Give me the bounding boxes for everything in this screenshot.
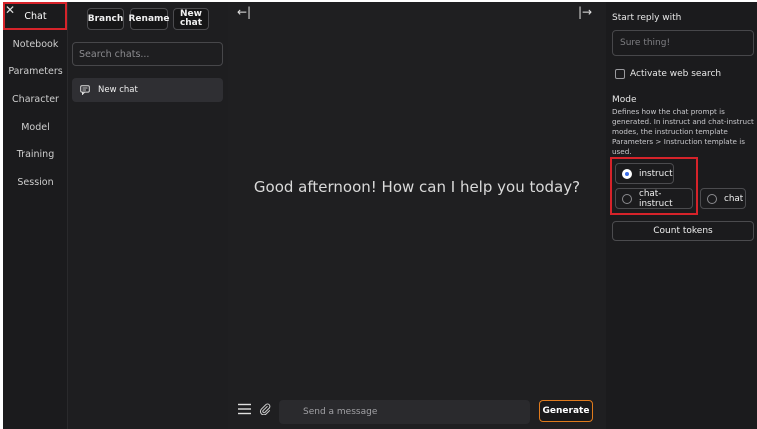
chat-list-item[interactable]: New chat <box>72 78 223 102</box>
greeting-text: Good afternoon! How can I help you today… <box>253 178 581 196</box>
chat-main-area: ←| |→ Good afternoon! How can I help you… <box>228 2 606 429</box>
menu-icon[interactable] <box>238 403 251 415</box>
highlight-box-chat <box>3 2 67 30</box>
nav-item-model[interactable]: Model <box>3 122 68 133</box>
chat-bubble-icon <box>80 85 90 95</box>
highlight-box-mode <box>610 157 698 215</box>
count-tokens-button[interactable]: Count tokens <box>612 221 754 241</box>
chat-list-panel: Branch Rename New chat New chat <box>68 2 228 429</box>
radio-unselected-icon <box>707 193 717 204</box>
collapse-left-icon[interactable]: ←| <box>237 5 251 19</box>
start-reply-input[interactable] <box>612 30 754 56</box>
message-input[interactable] <box>279 400 530 424</box>
branch-button[interactable]: Branch <box>87 8 124 30</box>
rename-button[interactable]: Rename <box>129 8 170 30</box>
web-search-checkbox[interactable] <box>615 69 625 79</box>
mode-radio-chat-label: chat <box>724 193 744 204</box>
collapse-right-icon[interactable]: |→ <box>578 5 592 19</box>
nav-item-training[interactable]: Training <box>3 149 68 160</box>
search-chats-input[interactable] <box>72 42 223 66</box>
nav-item-parameters[interactable]: Parameters <box>3 66 68 77</box>
left-nav: ✕ Chat Notebook Parameters Character Mod… <box>3 2 68 429</box>
mode-radio-chat[interactable]: chat <box>700 188 746 209</box>
paperclip-icon[interactable] <box>259 403 271 415</box>
generate-button[interactable]: Generate <box>539 400 593 422</box>
chat-list-item-label: New chat <box>98 85 138 95</box>
settings-panel: Start reply with Activate web search Mod… <box>606 2 757 429</box>
mode-label: Mode <box>612 95 637 105</box>
start-reply-label: Start reply with <box>612 13 682 23</box>
nav-item-notebook[interactable]: Notebook <box>3 39 68 50</box>
app-window: ✕ Chat Notebook Parameters Character Mod… <box>3 2 757 429</box>
mode-description: Defines how the chat prompt is generated… <box>612 107 754 156</box>
new-chat-button[interactable]: New chat <box>173 8 209 30</box>
web-search-label: Activate web search <box>630 69 722 79</box>
nav-item-character[interactable]: Character <box>3 94 68 105</box>
nav-item-session[interactable]: Session <box>3 177 68 188</box>
